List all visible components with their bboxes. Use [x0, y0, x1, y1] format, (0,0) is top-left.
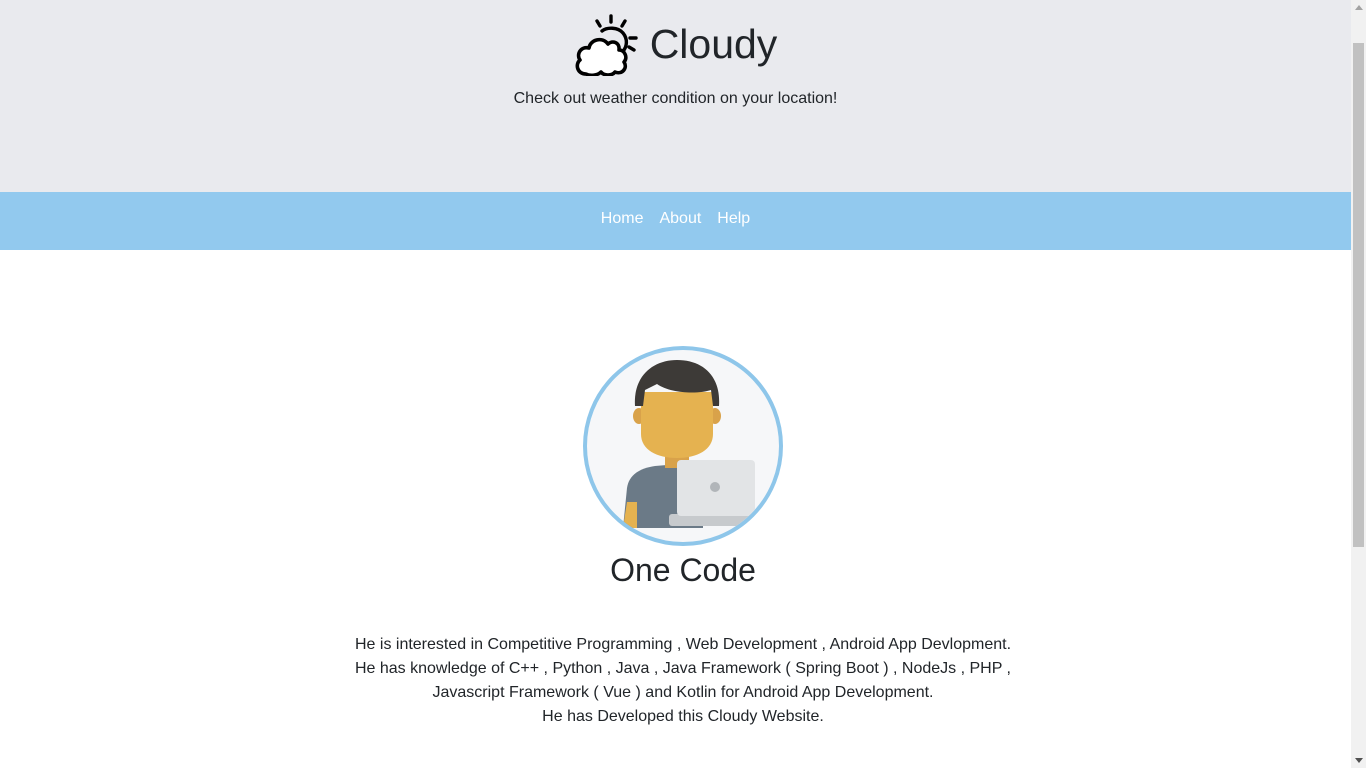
bio-line: He is interested in Competitive Programm… — [354, 636, 1012, 653]
site-header: Cloudy Check out weather condition on yo… — [0, 0, 1351, 192]
site-tagline: Check out weather condition on your loca… — [513, 90, 838, 107]
scroll-up-icon[interactable] — [1355, 5, 1363, 10]
scroll-down-icon[interactable] — [1355, 758, 1363, 763]
main-nav: Home About Help — [0, 192, 1351, 250]
nav-home-link[interactable]: Home — [601, 210, 644, 228]
site-title: Cloudy — [649, 21, 778, 67]
vertical-scrollbar[interactable] — [1351, 0, 1366, 768]
developer-avatar-icon — [623, 360, 755, 528]
nav-help-link[interactable]: Help — [717, 210, 750, 228]
bio-line: He has Developed this Cloudy Website. — [542, 708, 824, 725]
bio-line: Javascript Framework ( Vue ) and Kotlin … — [432, 684, 934, 701]
cloud-sun-icon — [575, 14, 638, 76]
profile-name: One Code — [610, 552, 756, 588]
brand[interactable]: Cloudy — [0, 14, 1351, 76]
bio-line: He has knowledge of C++ , Python , Java … — [354, 660, 1011, 677]
page: Cloudy Check out weather condition on yo… — [0, 0, 1351, 768]
profile-avatar — [583, 346, 783, 546]
scrollbar-thumb[interactable] — [1353, 43, 1364, 547]
profile-bio: He is interested in Competitive Programm… — [0, 633, 1351, 729]
nav-about-link[interactable]: About — [659, 210, 701, 228]
